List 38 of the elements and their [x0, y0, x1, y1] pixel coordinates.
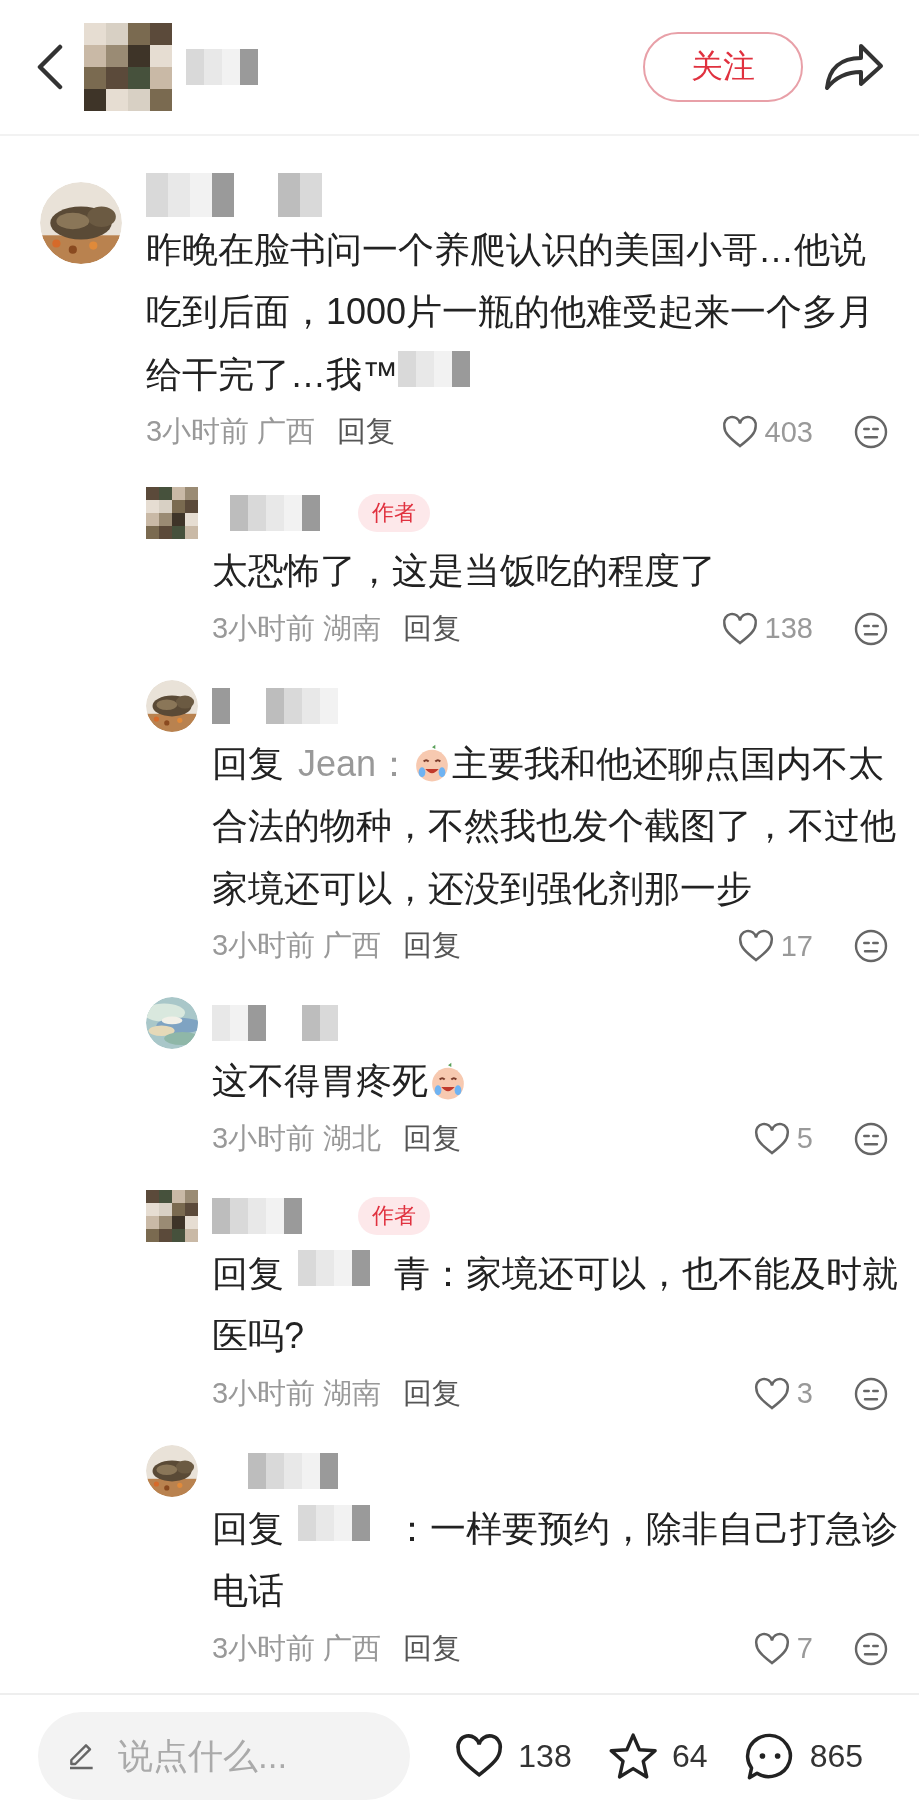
favorite-count: 64: [671, 1737, 708, 1775]
comment-text: 这不得胃疼死: [212, 1049, 919, 1112]
comment-time: 3小时前 湖南: [212, 1375, 382, 1411]
comment-count: 865: [809, 1737, 863, 1775]
like-count: 138: [764, 612, 813, 646]
neutral-face-icon[interactable]: [853, 1375, 889, 1412]
reply-link[interactable]: 回复: [403, 1628, 462, 1669]
neutral-face-icon[interactable]: [853, 1120, 889, 1157]
comment-text: 回复 青：家境还可以，也不能及时就医吗?: [212, 1241, 919, 1367]
like-count: 3: [796, 1377, 813, 1411]
neutral-face-icon[interactable]: [853, 414, 889, 451]
comment-time: 3小时前 广西: [212, 928, 382, 964]
like-count: 5: [796, 1122, 813, 1156]
comment-time: 3小时前 湖南: [212, 610, 382, 646]
reply-link[interactable]: 回复: [403, 1373, 462, 1414]
comment-time: 3小时前 广西: [212, 1630, 382, 1666]
share-icon[interactable]: [823, 42, 885, 92]
comment-input-field[interactable]: 说点什么...: [38, 1712, 410, 1800]
comment-text: 回复 ：一样要预约，除非自己打急诊电话: [212, 1496, 919, 1622]
like-count: 7: [796, 1632, 813, 1666]
like-count: 138: [518, 1737, 572, 1775]
reply-link[interactable]: 回复: [337, 412, 396, 453]
author-badge: 作者: [358, 494, 430, 533]
neutral-face-icon[interactable]: [853, 1630, 889, 1667]
like-count: 403: [764, 415, 813, 449]
reply-link[interactable]: 回复: [403, 926, 462, 967]
reply-link[interactable]: 回复: [403, 1118, 462, 1159]
reply-link[interactable]: 回复: [403, 608, 462, 649]
follow-button[interactable]: 关注: [643, 32, 803, 102]
comment-time: 3小时前 湖北: [212, 1120, 382, 1156]
neutral-face-icon[interactable]: [853, 928, 889, 965]
comment-text: 回复 Jean： 主要我和他还聊点国内不太合法的物种，不然我也发个截图了，不过他家境还可以，还没到强化剂那一步: [212, 742, 897, 912]
neutral-face-icon[interactable]: [853, 610, 889, 647]
comment-text: 昨晚在脸书问一个养爬认识的美国小哥…他说吃到后面，1000片一瓶的他难受起来一个多月给干完了…我™: [146, 228, 876, 398]
like-count: 17: [780, 929, 813, 963]
comment-text: 太恐怖了，这是当饭吃的程度了: [212, 549, 717, 594]
comment-time: 3小时前 广西: [146, 414, 316, 450]
author-badge: 作者: [358, 1196, 430, 1235]
